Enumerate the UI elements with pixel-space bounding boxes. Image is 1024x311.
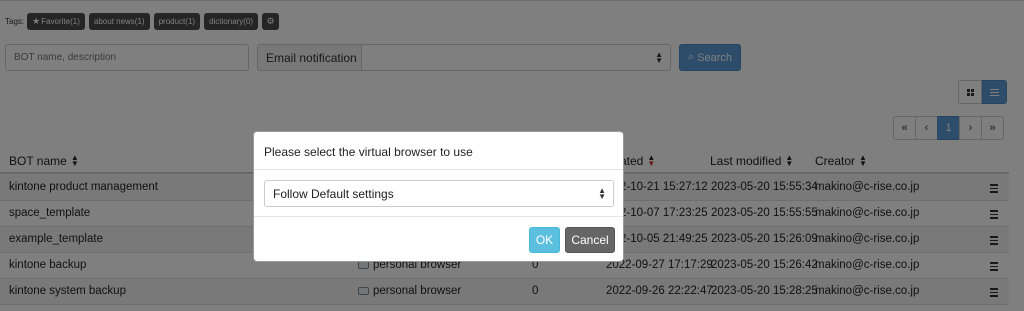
dialog-footer-divider [254,216,623,217]
browser-select-dialog: Please select the virtual browser to use… [253,131,624,262]
ok-button[interactable]: OK [529,227,560,253]
cancel-button[interactable]: Cancel [565,227,615,253]
virtual-browser-select[interactable]: Follow Default settings ▲ ▼ [264,180,614,207]
select-arrows-icon: ▲▼ [598,186,606,201]
dialog-header-divider [254,169,623,170]
dialog-title: Please select the virtual browser to use [264,145,473,159]
